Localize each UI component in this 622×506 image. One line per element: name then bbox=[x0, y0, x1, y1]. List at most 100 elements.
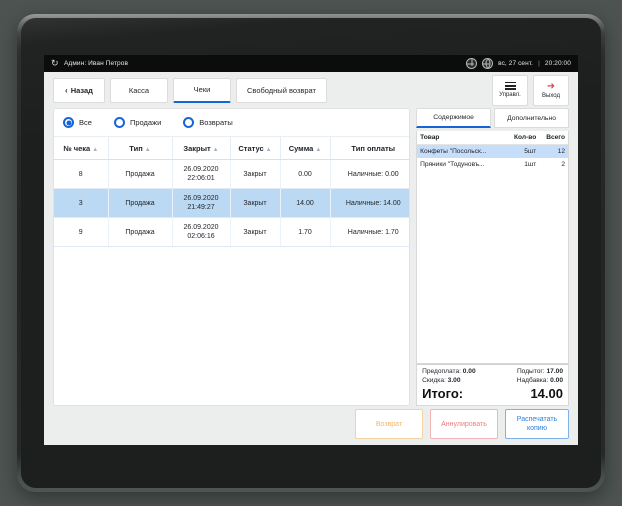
cell-check-number: 8 bbox=[54, 159, 109, 189]
back-button[interactable]: ‹ Назад bbox=[53, 77, 105, 103]
th-status[interactable]: Статус ▲ bbox=[230, 137, 281, 160]
th-type-label: Тип bbox=[129, 143, 143, 153]
filter-returns[interactable]: Возвраты bbox=[183, 117, 233, 128]
th-item-qty: Кол-во bbox=[503, 131, 540, 145]
th-item-name: Товар bbox=[417, 131, 504, 145]
cell-item-total: 12 bbox=[539, 144, 568, 158]
cell-closed: 26.09.2020 02:06:16 bbox=[172, 217, 231, 247]
subtotal-label: Подытог: bbox=[516, 368, 545, 375]
items-table: Товар Кол-во Всего Конфеты "Посольск... … bbox=[417, 131, 568, 171]
details-tabs: Содержимое Дополнительно bbox=[416, 108, 570, 128]
action-bar: Возврат Аннулировать Распечатать копию bbox=[355, 409, 569, 439]
sort-arrow-icon: ▲ bbox=[315, 146, 322, 153]
tab-contents[interactable]: Содержимое bbox=[416, 108, 492, 128]
th-sum-label: Сумма bbox=[288, 143, 314, 153]
subtotal-value: 17.00 bbox=[546, 368, 563, 375]
tab-additional[interactable]: Дополнительно bbox=[494, 108, 570, 128]
cell-status: Закрыт bbox=[230, 188, 281, 218]
print-copy-button-label: Распечатать копию bbox=[517, 415, 557, 433]
th-payment-type[interactable]: Тип оплаты bbox=[330, 137, 410, 160]
cell-item-name: Конфеты "Посольск... bbox=[417, 144, 504, 158]
th-status-label: Статус bbox=[238, 143, 264, 153]
markup-label: Надбавка: bbox=[516, 377, 549, 384]
cell-type: Продажа bbox=[108, 188, 173, 218]
tablet-screen: ↻ Админ: Иван Петров вс, 27 сент. | 20:2… bbox=[44, 55, 578, 445]
filter-sales[interactable]: Продажи bbox=[113, 117, 161, 128]
cell-payment: Наличные: 0.00 bbox=[330, 159, 410, 189]
totals-panel: Предоплата: 0.00 Подытог: 17.00 Скидка: … bbox=[416, 364, 569, 406]
cell-closed: 26.09.2020 21:49:27 bbox=[172, 188, 231, 218]
chevron-left-icon: ‹ bbox=[65, 85, 68, 95]
th-closed[interactable]: Закрыт ▲ bbox=[172, 137, 231, 160]
markup-group: Надбавка: 0.00 bbox=[517, 377, 563, 384]
status-bar-right: вс, 27 сент. | 20:20:00 bbox=[466, 58, 571, 69]
grand-total-value: 14.00 bbox=[530, 386, 563, 401]
tab-free-return[interactable]: Свободный возврат bbox=[236, 77, 327, 103]
current-user-label: Админ: Иван Петров bbox=[64, 60, 129, 67]
list-item[interactable]: Конфеты "Посольск... 5шт 12 bbox=[417, 144, 568, 158]
globe-icon bbox=[482, 58, 494, 69]
back-button-label: Назад bbox=[70, 85, 93, 95]
return-button[interactable]: Возврат bbox=[355, 409, 423, 439]
filter-radio-group: Все Продажи Возвраты bbox=[54, 109, 410, 137]
tab-additional-label: Дополнительно bbox=[507, 114, 556, 122]
cell-closed-time: 22:06:01 bbox=[187, 175, 215, 182]
tab-kassa-label: Касса bbox=[128, 85, 150, 95]
prepay-label: Предоплата: bbox=[422, 368, 461, 375]
tab-kassa[interactable]: Касса bbox=[110, 77, 168, 103]
annul-button[interactable]: Аннулировать bbox=[430, 409, 498, 439]
content-area: Все Продажи Возвраты № чека ▲ Тип ▲ Закр… bbox=[44, 108, 578, 445]
cell-closed-time: 21:49:27 bbox=[187, 204, 215, 211]
exit-button[interactable]: ➜ Выход bbox=[533, 74, 569, 106]
tab-checks[interactable]: Чеки bbox=[173, 77, 231, 103]
manage-button-label: Управл. bbox=[499, 92, 521, 99]
status-separator: | bbox=[538, 60, 540, 67]
th-type[interactable]: Тип ▲ bbox=[108, 137, 173, 160]
checks-table-empty-space bbox=[54, 247, 410, 405]
network-icon bbox=[466, 58, 478, 69]
cell-sum: 1.70 bbox=[280, 217, 331, 247]
cell-type: Продажа bbox=[108, 159, 173, 189]
cell-check-number: 9 bbox=[54, 217, 109, 247]
details-panel: Содержимое Дополнительно Товар Кол-во Вс… bbox=[416, 108, 570, 406]
prepay-value: 0.00 bbox=[462, 368, 476, 375]
manage-button[interactable]: Управл. bbox=[492, 74, 528, 106]
cell-status: Закрыт bbox=[230, 159, 281, 189]
th-item-total: Всего bbox=[539, 131, 568, 145]
cell-closed: 26.09.2020 22:06:01 bbox=[172, 159, 231, 189]
annul-button-label: Аннулировать bbox=[441, 420, 487, 428]
cell-status: Закрыт bbox=[230, 217, 281, 247]
filter-all[interactable]: Все bbox=[63, 117, 92, 128]
sort-arrow-icon: ▲ bbox=[144, 146, 151, 153]
cell-sum: 14.00 bbox=[280, 188, 331, 218]
discount-value: 3.00 bbox=[447, 377, 461, 384]
totals-row-prepay-subtotal: Предоплата: 0.00 Подытог: 17.00 bbox=[422, 368, 563, 375]
items-header-row: Товар Кол-во Всего bbox=[417, 131, 568, 145]
radio-sales-icon bbox=[113, 117, 125, 128]
discount-group: Скидка: 3.00 bbox=[422, 377, 460, 384]
cell-item-qty: 5шт bbox=[503, 144, 540, 158]
totals-row-discount-markup: Скидка: 3.00 Надбавка: 0.00 bbox=[422, 377, 563, 384]
exit-button-label: Выход bbox=[542, 92, 560, 99]
cell-sum: 0.00 bbox=[280, 159, 331, 189]
list-item[interactable]: Пряники "Тодуновъ... 1шт 2 bbox=[417, 158, 568, 171]
th-closed-label: Закрыт bbox=[183, 143, 211, 153]
tab-checks-label: Чеки bbox=[193, 85, 211, 94]
table-row[interactable]: 3 Продажа 26.09.2020 21:49:27 Закрыт 14.… bbox=[54, 188, 410, 218]
cell-item-total: 2 bbox=[561, 161, 565, 168]
discount-label: Скидка: bbox=[422, 377, 446, 384]
cell-item-name: Пряники "Тодуновъ... bbox=[420, 161, 485, 168]
print-line-1: Распечатать bbox=[516, 416, 558, 423]
return-button-label: Возврат bbox=[375, 420, 403, 428]
sort-arrow-icon: ▲ bbox=[92, 146, 99, 153]
cell-closed-date: 26.09.2020 bbox=[183, 195, 219, 202]
th-check-number[interactable]: № чека ▲ bbox=[54, 137, 109, 160]
cell-item-qty: 1шт bbox=[524, 161, 537, 168]
th-sum[interactable]: Сумма ▲ bbox=[280, 137, 331, 160]
table-row[interactable]: 9 Продажа 26.09.2020 02:06:16 Закрыт 1.7… bbox=[54, 217, 410, 247]
th-payment-type-label: Тип оплаты bbox=[351, 143, 396, 153]
table-row[interactable]: 8 Продажа 26.09.2020 22:06:01 Закрыт 0.0… bbox=[54, 159, 410, 189]
cell-type: Продажа bbox=[108, 217, 173, 247]
sort-arrow-icon: ▲ bbox=[212, 146, 219, 153]
print-copy-button[interactable]: Распечатать копию bbox=[505, 409, 569, 439]
